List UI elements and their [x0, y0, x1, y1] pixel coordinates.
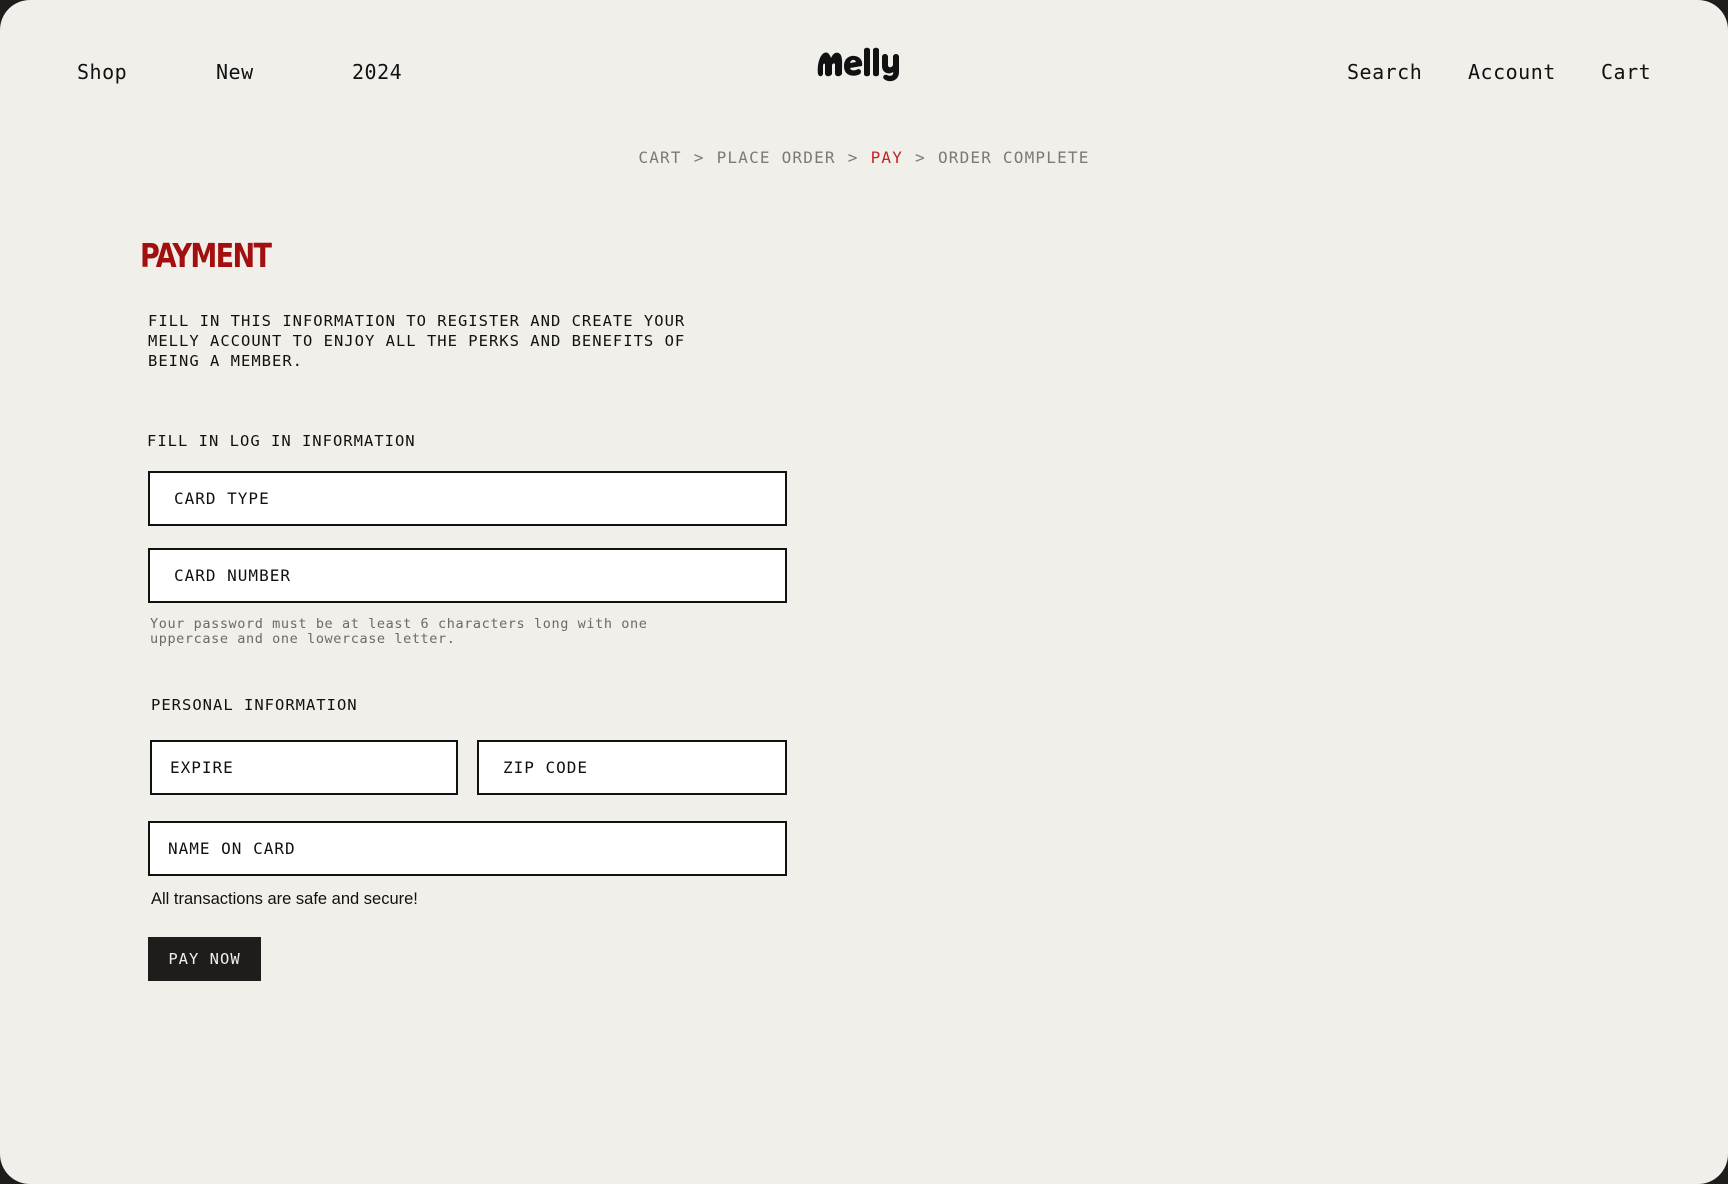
breadcrumb-order-complete: ORDER COMPLETE	[937, 148, 1090, 167]
nav-account-link[interactable]: Account	[1468, 60, 1556, 84]
pay-now-button[interactable]: PAY NOW	[148, 937, 261, 981]
nav-shop-link[interactable]: Shop	[77, 60, 127, 84]
breadcrumb-separator: >	[915, 148, 926, 167]
name-on-card-field[interactable]	[148, 821, 787, 876]
nav-new-link[interactable]: New	[216, 60, 254, 84]
zip-code-input[interactable]	[479, 742, 785, 793]
nav-cart-link[interactable]: Cart	[1601, 60, 1651, 84]
breadcrumb-pay: PAY	[870, 148, 904, 167]
password-hint: Your password must be at least 6 charact…	[150, 616, 648, 647]
zip-code-field[interactable]	[477, 740, 787, 795]
personal-section-label: PERSONAL INFORMATION	[151, 696, 358, 714]
secure-note: All transactions are safe and secure!	[151, 890, 418, 908]
card-type-input[interactable]	[150, 473, 785, 524]
nav-search-link[interactable]: Search	[1347, 60, 1422, 84]
expire-field[interactable]	[150, 740, 458, 795]
breadcrumb-place-order[interactable]: PLACE ORDER	[717, 148, 836, 167]
breadcrumb-separator: >	[847, 148, 859, 167]
breadcrumb-cart[interactable]: CART	[638, 148, 681, 167]
name-on-card-input[interactable]	[150, 823, 785, 874]
card-number-input[interactable]	[150, 550, 785, 601]
breadcrumb: CART > PLACE ORDER > PAY > ORDER COMPLETE	[0, 148, 1728, 167]
login-section-label: FILL IN LOG IN INFORMATION	[147, 432, 416, 450]
page-frame: Shop New 2024 Search Account Cart CART > P…	[0, 0, 1728, 1184]
expire-input[interactable]	[152, 742, 456, 793]
page-title: PAYMENT	[140, 236, 272, 275]
card-number-field[interactable]	[148, 548, 787, 603]
melly-logo[interactable]	[816, 44, 910, 84]
card-type-field[interactable]	[148, 471, 787, 526]
breadcrumb-separator: >	[693, 148, 705, 167]
intro-text: FILL IN THIS INFORMATION TO REGISTER AND…	[148, 312, 686, 370]
nav-2024-link[interactable]: 2024	[352, 60, 402, 84]
